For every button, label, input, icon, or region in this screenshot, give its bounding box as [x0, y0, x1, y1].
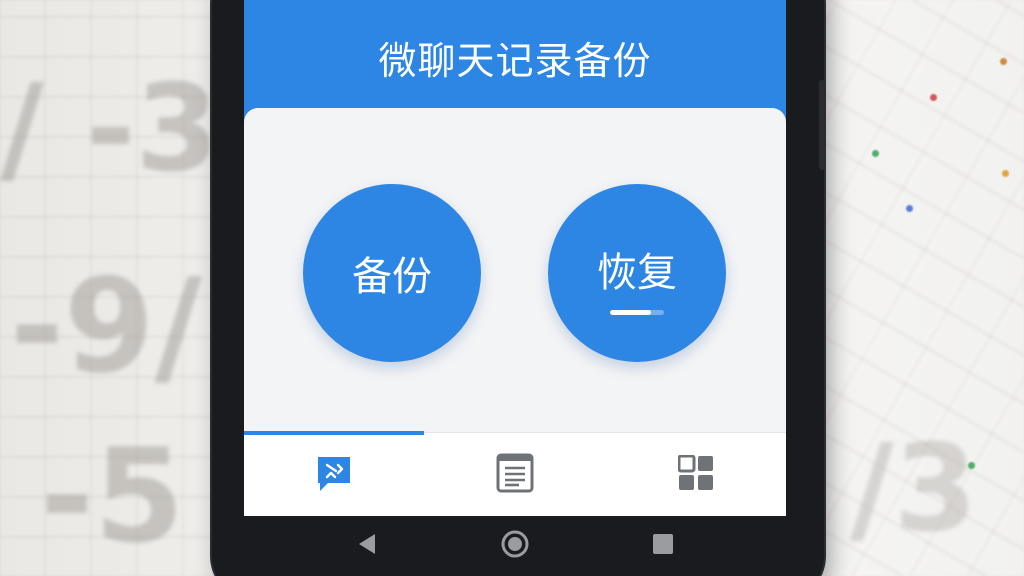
tab-records[interactable] [425, 433, 605, 516]
background-dot [872, 150, 879, 157]
recents-square-icon [651, 532, 675, 560]
document-list-icon [495, 452, 535, 498]
background-dot [1002, 170, 1009, 177]
backup-button-label: 备份 [352, 254, 432, 300]
background-scribble: -9/ [10, 250, 202, 402]
app-header: 微聊天记录备份 [244, 0, 786, 112]
background-dot [1000, 58, 1007, 65]
app-title: 微聊天记录备份 [378, 39, 652, 83]
background-dot [906, 205, 913, 212]
background-scribble: /3 [850, 420, 978, 559]
system-recents-button[interactable] [633, 516, 693, 576]
restore-progress-fill [610, 310, 651, 315]
backup-button[interactable]: 备份 [303, 184, 481, 362]
home-circle-icon [500, 529, 530, 563]
background-scribble: / -3 [0, 60, 219, 199]
chat-sync-icon [314, 453, 354, 497]
tab-apps[interactable] [606, 433, 786, 516]
back-triangle-icon [355, 532, 377, 560]
background-scribble: -5 [40, 420, 185, 572]
phone-side-button [819, 80, 825, 170]
restore-button[interactable]: 恢复 [548, 184, 726, 362]
restore-button-label: 恢复 [597, 250, 677, 296]
background-dot [930, 94, 937, 101]
system-back-button[interactable] [336, 516, 396, 576]
background-dot [968, 462, 975, 469]
tab-chat-backup[interactable] [244, 433, 424, 516]
phone-screen: 微聊天记录备份 备份 恢复 [244, 0, 786, 516]
system-navigation-bar [244, 516, 786, 576]
system-home-button[interactable] [485, 516, 545, 576]
restore-progress-bar [610, 310, 664, 315]
grid-icon [677, 454, 714, 495]
bottom-tab-bar [244, 431, 786, 516]
